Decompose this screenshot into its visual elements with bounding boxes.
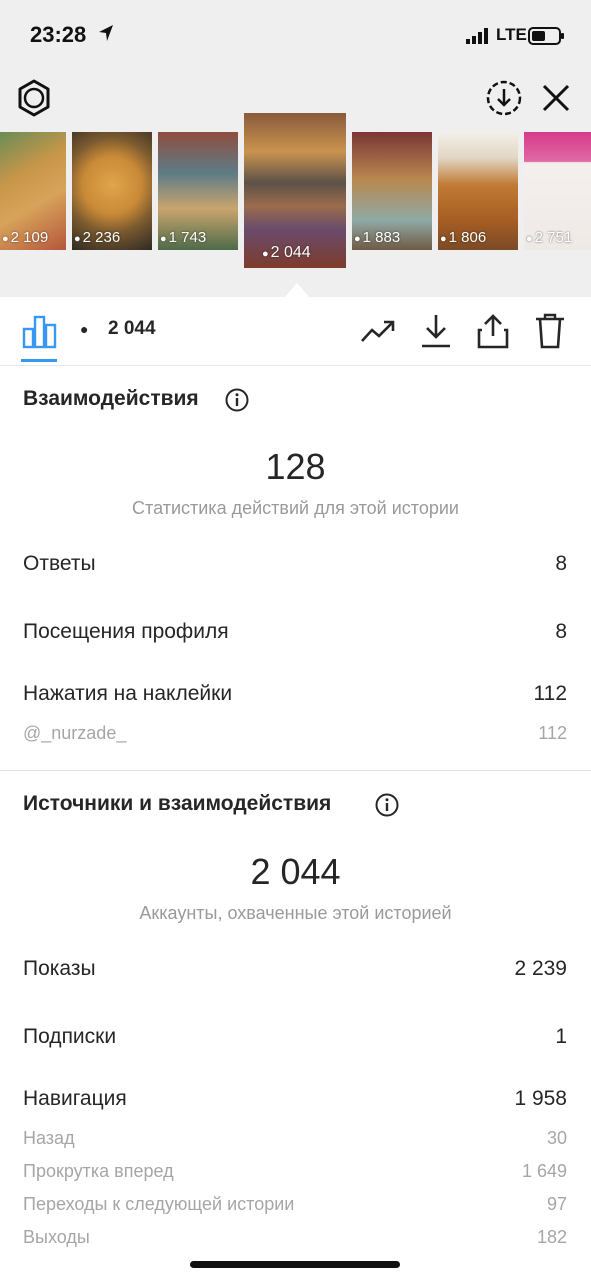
tab-underline [21, 359, 57, 362]
stat-sub-row: Назад 30 [23, 1128, 567, 1158]
home-indicator[interactable] [190, 1261, 400, 1268]
stat-row: Показы 2 239 [23, 957, 567, 987]
thumbnail-views: 2 751 [534, 229, 573, 246]
eye-icon: ● [262, 248, 269, 260]
insights-toolbar: ● 2 044 [0, 297, 591, 366]
share-icon[interactable] [477, 313, 509, 349]
stat-label: Подписки [23, 1025, 117, 1048]
stat-value: 2 239 [514, 957, 567, 980]
info-icon[interactable] [375, 793, 399, 817]
eye-icon: ● [354, 233, 361, 245]
story-thumbnail[interactable]: ● 1 743 [158, 132, 238, 250]
section-divider [0, 770, 591, 771]
stat-value: 30 [546, 1128, 567, 1148]
story-thumbnail[interactable]: ● 2 236 [72, 132, 152, 250]
stat-label: Переходы к следующей истории [23, 1194, 295, 1214]
eye-icon: ● [80, 321, 89, 337]
stat-value: 182 [536, 1227, 567, 1247]
trend-icon[interactable] [360, 318, 396, 344]
interactions-title: Взаимодействия [23, 387, 199, 410]
stat-row: Ответы 8 [23, 552, 567, 582]
info-icon[interactable] [225, 388, 249, 412]
story-thumbnails: ● 2 109 ● 2 236 ● 1 743 ● 2 044 ● 1 883 ● 1 80… [0, 0, 591, 297]
stat-label: Посещения профиля [23, 620, 229, 643]
stat-value: 1 649 [521, 1161, 567, 1181]
stat-sub-row: Переходы к следующей истории 97 [23, 1194, 567, 1224]
eye-icon: ● [74, 233, 81, 245]
eye-icon: ● [440, 233, 447, 245]
stat-label: Показы [23, 957, 96, 980]
stat-value: 8 [555, 620, 567, 643]
stat-row: Подписки 1 [23, 1025, 567, 1055]
stat-value: 1 [555, 1025, 567, 1048]
eye-icon: ● [2, 233, 9, 245]
eye-icon: ● [160, 233, 167, 245]
discovery-total: 2 044 [250, 851, 341, 892]
thumbnail-views: 1 743 [168, 229, 207, 246]
story-thumbnail[interactable]: ● 2 751 [524, 132, 591, 250]
stat-sub-row: @_nurzade_ 112 [23, 723, 567, 753]
stat-row: Нажатия на наклейки 112 [23, 682, 567, 712]
thumbnail-views: 2 109 [10, 229, 49, 246]
stat-label: Ответы [23, 552, 96, 575]
thumbnail-views: 1 883 [362, 229, 401, 246]
stat-row: Посещения профиля 8 [23, 620, 567, 650]
stat-value: 1 958 [514, 1087, 567, 1110]
stat-value: 97 [546, 1194, 567, 1214]
trash-icon[interactable] [534, 313, 566, 349]
interactions-total: 128 [265, 446, 326, 487]
thumbnail-views: 2 044 [270, 244, 311, 261]
story-thumbnail[interactable]: ● 2 109 [0, 132, 66, 250]
stat-value: 8 [555, 552, 567, 575]
thumbnail-views: 1 806 [448, 229, 487, 246]
download-icon[interactable] [420, 313, 452, 349]
story-thumbnail-selected[interactable]: ● 2 044 [244, 113, 346, 268]
story-thumbnail[interactable]: ● 1 806 [438, 132, 518, 250]
stat-value: 112 [533, 682, 567, 705]
stat-label: @_nurzade_ [23, 723, 127, 743]
stat-label: Прокрутка вперед [23, 1161, 174, 1181]
eye-icon: ● [526, 233, 533, 245]
stat-label: Выходы [23, 1227, 90, 1247]
story-thumbnail[interactable]: ● 1 883 [352, 132, 432, 250]
bar-chart-icon[interactable] [22, 313, 58, 349]
thumbnail-views: 2 236 [82, 229, 121, 246]
stat-sub-row: Выходы 182 [23, 1227, 567, 1257]
selected-pointer [285, 283, 309, 297]
stat-value: 112 [538, 723, 567, 743]
interactions-caption: Статистика действий для этой истории [132, 498, 459, 518]
discovery-title: Источники и взаимодействия [23, 792, 332, 815]
story-view-count: 2 044 [108, 318, 156, 339]
stat-row: Навигация 1 958 [23, 1087, 567, 1117]
discovery-caption: Аккаунты, охваченные этой историей [139, 903, 452, 923]
stat-sub-row: Прокрутка вперед 1 649 [23, 1161, 567, 1191]
stat-label: Назад [23, 1128, 75, 1148]
story-strip-area: 23:28 LTE ● 2 109 ● 2 236 ● 1 743 ● 2 04… [0, 0, 591, 297]
stat-label: Нажатия на наклейки [23, 682, 233, 705]
stat-label: Навигация [23, 1087, 127, 1110]
